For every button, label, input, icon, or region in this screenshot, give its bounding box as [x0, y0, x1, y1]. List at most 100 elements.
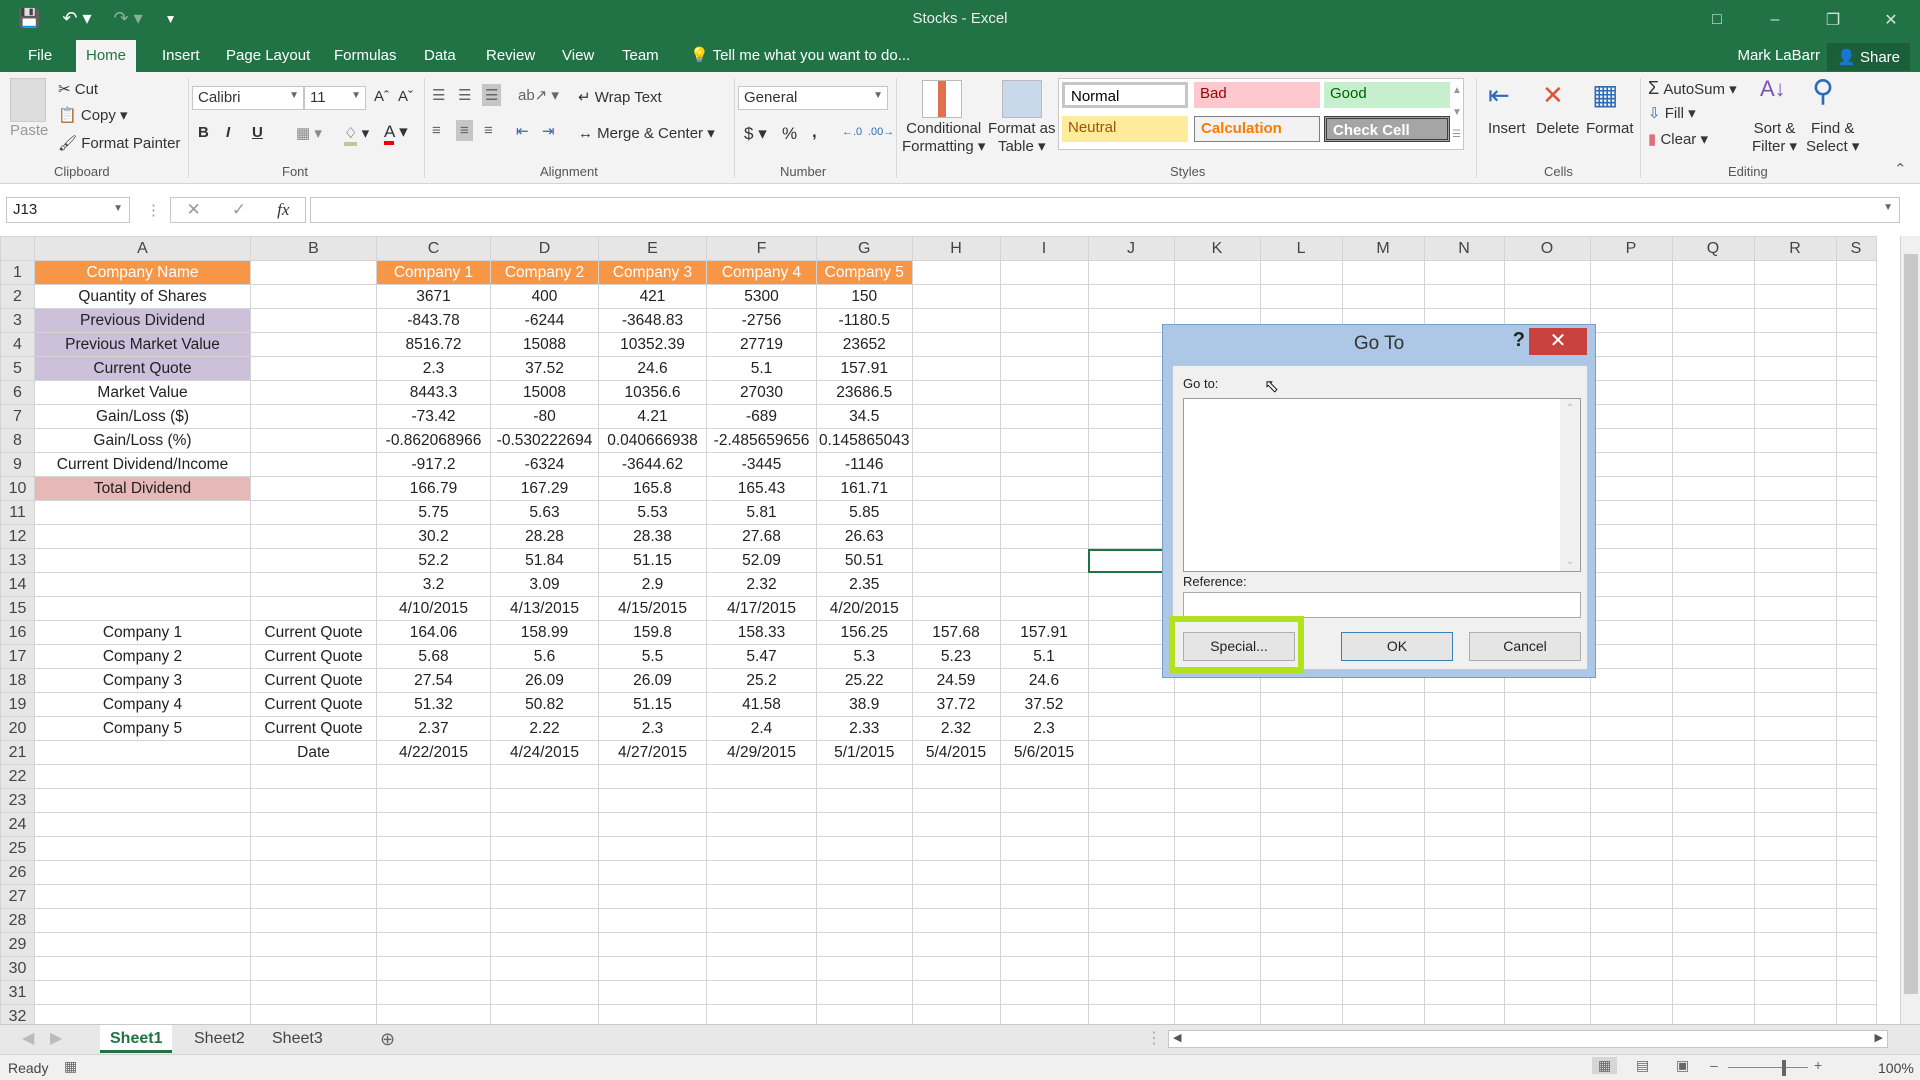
- format-painter-button[interactable]: 🖌 Format Painter: [58, 134, 180, 152]
- cell-r15[interactable]: [1753, 596, 1837, 621]
- cell-i23[interactable]: [999, 788, 1089, 813]
- row-header[interactable]: 28: [0, 908, 35, 933]
- cell-p2[interactable]: [1589, 284, 1673, 309]
- cell-d1[interactable]: Company 2: [490, 260, 599, 285]
- sort-filter-button[interactable]: Sort & Filter ▾: [1752, 120, 1797, 155]
- cell-d5[interactable]: 37.52: [490, 356, 599, 381]
- cell-n22[interactable]: [1423, 764, 1505, 789]
- cell-m32[interactable]: [1341, 1004, 1425, 1024]
- cell-p24[interactable]: [1589, 812, 1673, 837]
- cell-f18[interactable]: 25.2: [706, 668, 817, 693]
- cell-e15[interactable]: 4/15/2015: [598, 596, 707, 621]
- cell-n21[interactable]: [1423, 740, 1505, 765]
- cell-s10[interactable]: [1835, 476, 1877, 501]
- cell-a31[interactable]: [34, 980, 251, 1005]
- cell-j30[interactable]: [1087, 956, 1175, 981]
- cell-j2[interactable]: [1087, 284, 1175, 309]
- cell-g27[interactable]: [816, 884, 913, 909]
- cell-j28[interactable]: [1087, 908, 1175, 933]
- cell-l31[interactable]: [1259, 980, 1343, 1005]
- column-header-c[interactable]: C: [376, 236, 491, 261]
- cell-e26[interactable]: [598, 860, 707, 885]
- cell-h1[interactable]: [911, 260, 1001, 285]
- column-header-l[interactable]: L: [1259, 236, 1343, 261]
- zoom-in-icon[interactable]: +: [1814, 1057, 1822, 1073]
- cell-c10[interactable]: 166.79: [376, 476, 491, 501]
- cell-d3[interactable]: -6244: [490, 308, 599, 333]
- cell-b11[interactable]: [250, 500, 377, 525]
- cell-h15[interactable]: [911, 596, 1001, 621]
- cell-d17[interactable]: 5.6: [490, 644, 599, 669]
- cell-i18[interactable]: 24.6: [999, 668, 1089, 693]
- cell-h26[interactable]: [911, 860, 1001, 885]
- cell-e31[interactable]: [598, 980, 707, 1005]
- cell-h21[interactable]: 5/4/2015: [911, 740, 1001, 765]
- column-header-p[interactable]: P: [1589, 236, 1673, 261]
- tab-file[interactable]: File: [24, 40, 56, 72]
- cell-r19[interactable]: [1753, 692, 1837, 717]
- row-header[interactable]: 8: [0, 428, 35, 453]
- cell-q1[interactable]: [1671, 260, 1755, 285]
- cell-o30[interactable]: [1503, 956, 1591, 981]
- cell-d27[interactable]: [490, 884, 599, 909]
- cell-f11[interactable]: 5.81: [706, 500, 817, 525]
- cell-q11[interactable]: [1671, 500, 1755, 525]
- cell-b3[interactable]: [250, 308, 377, 333]
- cell-n30[interactable]: [1423, 956, 1505, 981]
- font-name-select[interactable]: Calibri ▼: [192, 86, 304, 110]
- cell-d4[interactable]: 15088: [490, 332, 599, 357]
- cell-d25[interactable]: [490, 836, 599, 861]
- gallery-scroll[interactable]: ▲ ▼ ☰: [1452, 80, 1462, 146]
- cell-d16[interactable]: 158.99: [490, 620, 599, 645]
- row-header[interactable]: 12: [0, 524, 35, 549]
- cell-h19[interactable]: 37.72: [911, 692, 1001, 717]
- cell-a30[interactable]: [34, 956, 251, 981]
- cell-o27[interactable]: [1503, 884, 1591, 909]
- cell-c26[interactable]: [376, 860, 491, 885]
- cell-m19[interactable]: [1341, 692, 1425, 717]
- cell-r20[interactable]: [1753, 716, 1837, 741]
- cell-e21[interactable]: 4/27/2015: [598, 740, 707, 765]
- cell-p13[interactable]: [1589, 548, 1673, 573]
- cell-d22[interactable]: [490, 764, 599, 789]
- normal-view-icon[interactable]: ▦: [1592, 1057, 1618, 1074]
- cell-j29[interactable]: [1087, 932, 1175, 957]
- delete-cells-button[interactable]: Delete: [1536, 120, 1579, 137]
- cell-g4[interactable]: 23652: [816, 332, 913, 357]
- cell-a14[interactable]: [34, 572, 251, 597]
- cell-f1[interactable]: Company 4: [706, 260, 817, 285]
- cell-e1[interactable]: Company 3: [598, 260, 707, 285]
- cell-f13[interactable]: 52.09: [706, 548, 817, 573]
- cell-b27[interactable]: [250, 884, 377, 909]
- align-center-icon[interactable]: ≡: [456, 120, 473, 141]
- cell-d21[interactable]: 4/24/2015: [490, 740, 599, 765]
- cell-i19[interactable]: 37.52: [999, 692, 1089, 717]
- user-name[interactable]: Mark LaBarr: [1737, 47, 1820, 64]
- cell-p20[interactable]: [1589, 716, 1673, 741]
- cell-k22[interactable]: [1173, 764, 1261, 789]
- font-size-select[interactable]: 11 ▼: [304, 86, 366, 110]
- cell-o21[interactable]: [1503, 740, 1591, 765]
- cell-b25[interactable]: [250, 836, 377, 861]
- splitter-handle-icon[interactable]: ⋮: [1136, 1025, 1172, 1053]
- cell-r8[interactable]: [1753, 428, 1837, 453]
- cell-l19[interactable]: [1259, 692, 1343, 717]
- cell-h12[interactable]: [911, 524, 1001, 549]
- bold-button[interactable]: B: [198, 124, 209, 141]
- cell-g6[interactable]: 23686.5: [816, 380, 913, 405]
- cell-h25[interactable]: [911, 836, 1001, 861]
- cell-j22[interactable]: [1087, 764, 1175, 789]
- cell-g3[interactable]: -1180.5: [816, 308, 913, 333]
- cell-b28[interactable]: [250, 908, 377, 933]
- cell-d29[interactable]: [490, 932, 599, 957]
- cell-g1[interactable]: Company 5: [816, 260, 913, 285]
- cell-l30[interactable]: [1259, 956, 1343, 981]
- cell-l22[interactable]: [1259, 764, 1343, 789]
- cell-a12[interactable]: [34, 524, 251, 549]
- cell-h17[interactable]: 5.23: [911, 644, 1001, 669]
- cell-f23[interactable]: [706, 788, 817, 813]
- cell-f17[interactable]: 5.47: [706, 644, 817, 669]
- cell-p21[interactable]: [1589, 740, 1673, 765]
- cell-p30[interactable]: [1589, 956, 1673, 981]
- cell-e28[interactable]: [598, 908, 707, 933]
